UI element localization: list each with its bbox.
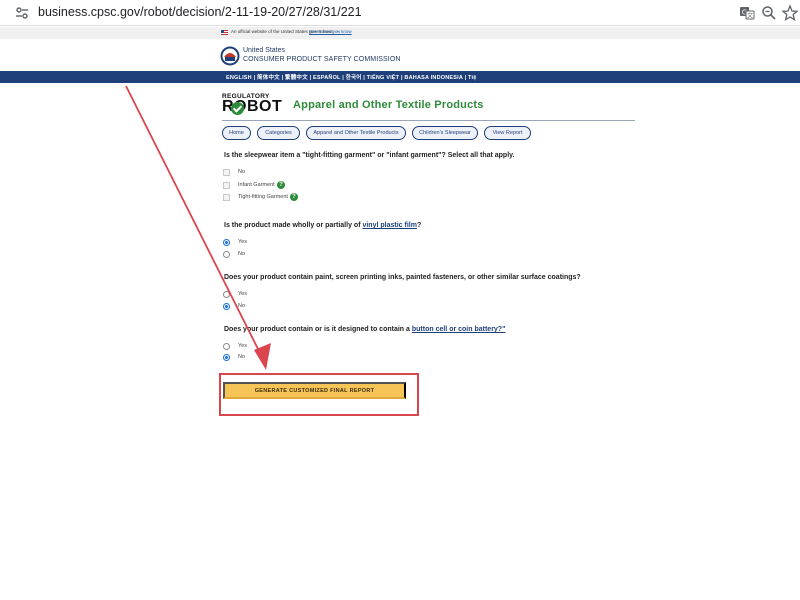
translate-icon[interactable]: G 文: [738, 4, 756, 22]
cpsc-seal-icon[interactable]: [220, 46, 240, 66]
help-icon[interactable]: ?: [290, 193, 298, 201]
radio-button[interactable]: [223, 343, 230, 350]
option-label: No: [238, 354, 246, 360]
help-icon[interactable]: ?: [277, 181, 285, 189]
breadcrumb-view-report[interactable]: View Report: [484, 126, 531, 140]
checkbox[interactable]: [223, 169, 230, 176]
us-flag-icon: [221, 30, 228, 35]
question-button-battery: Does your product contain or is it desig…: [224, 326, 505, 333]
radio-button[interactable]: [223, 251, 230, 258]
option-label: No: [238, 169, 246, 175]
chevron-down-icon[interactable]: ⌄: [336, 28, 340, 34]
vinyl-plastic-film-link[interactable]: vinyl plastic film: [362, 222, 416, 229]
radio-button[interactable]: [223, 303, 230, 310]
page-title: Apparel and Other Textile Products: [293, 99, 484, 111]
option-label: Yes: [238, 239, 247, 245]
question-text: Is the product made wholly or partially …: [224, 222, 363, 229]
radio-button[interactable]: [223, 291, 230, 298]
checkmark-icon: [231, 102, 244, 115]
radio-button[interactable]: [223, 354, 230, 361]
agency-name-line1: United States: [243, 47, 286, 54]
option-label: Tight-fitting Garment: [238, 194, 288, 200]
question-text: Does your product contain or is it desig…: [224, 326, 412, 333]
url-text[interactable]: business.cpsc.gov/robot/decision/2-11-19…: [38, 5, 362, 19]
annotation-arrow: [125, 85, 271, 370]
button-cell-battery-link[interactable]: button cell or coin battery?": [412, 326, 506, 333]
breadcrumb-home[interactable]: Home: [222, 126, 251, 140]
breadcrumb-apparel[interactable]: Apparel and Other Textile Products: [306, 126, 406, 140]
question-sleepwear-type: Is the sleepwear item a "tight-fitting g…: [224, 152, 515, 159]
option-label: No: [238, 303, 246, 309]
option-label: Yes: [238, 343, 247, 349]
gov-banner-link[interactable]: Here's how you know: [309, 29, 352, 34]
svg-text:文: 文: [747, 12, 753, 20]
site-info-icon[interactable]: [14, 5, 30, 21]
checkbox[interactable]: [223, 194, 230, 201]
gov-banner: An official website of the United States…: [0, 27, 800, 39]
zoom-icon[interactable]: [760, 4, 778, 22]
browser-address-bar: business.cpsc.gov/robot/decision/2-11-19…: [0, 0, 800, 26]
question-vinyl-plastic-film: Is the product made wholly or partially …: [224, 222, 421, 229]
bookmark-star-icon[interactable]: [781, 4, 799, 22]
option-label: No: [238, 251, 246, 257]
breadcrumb-categories[interactable]: Categories: [257, 126, 300, 140]
radio-button[interactable]: [223, 239, 230, 246]
question-text-end: ?: [416, 222, 422, 229]
title-divider: [222, 120, 635, 121]
generate-report-button[interactable]: GENERATE CUSTOMIZED FINAL REPORT: [223, 382, 406, 399]
language-nav: ENGLISH | 简体中文 | 繁體中文 | ESPAÑOL | 한국어 | …: [0, 71, 800, 83]
checkbox[interactable]: [223, 182, 230, 189]
breadcrumb-childrens-sleepwear[interactable]: Children's Sleepwear: [412, 126, 478, 140]
agency-name-line2: CONSUMER PRODUCT SAFETY COMMISSION: [243, 56, 401, 63]
option-label: Infant Garment: [238, 182, 275, 188]
question-surface-coatings: Does your product contain paint, screen …: [224, 274, 581, 281]
regulatory-robot-logo[interactable]: REGULATORY ROBOT: [222, 93, 282, 117]
language-links[interactable]: ENGLISH | 简体中文 | 繁體中文 | ESPAÑOL | 한국어 | …: [226, 73, 476, 81]
option-label: Yes: [238, 291, 247, 297]
